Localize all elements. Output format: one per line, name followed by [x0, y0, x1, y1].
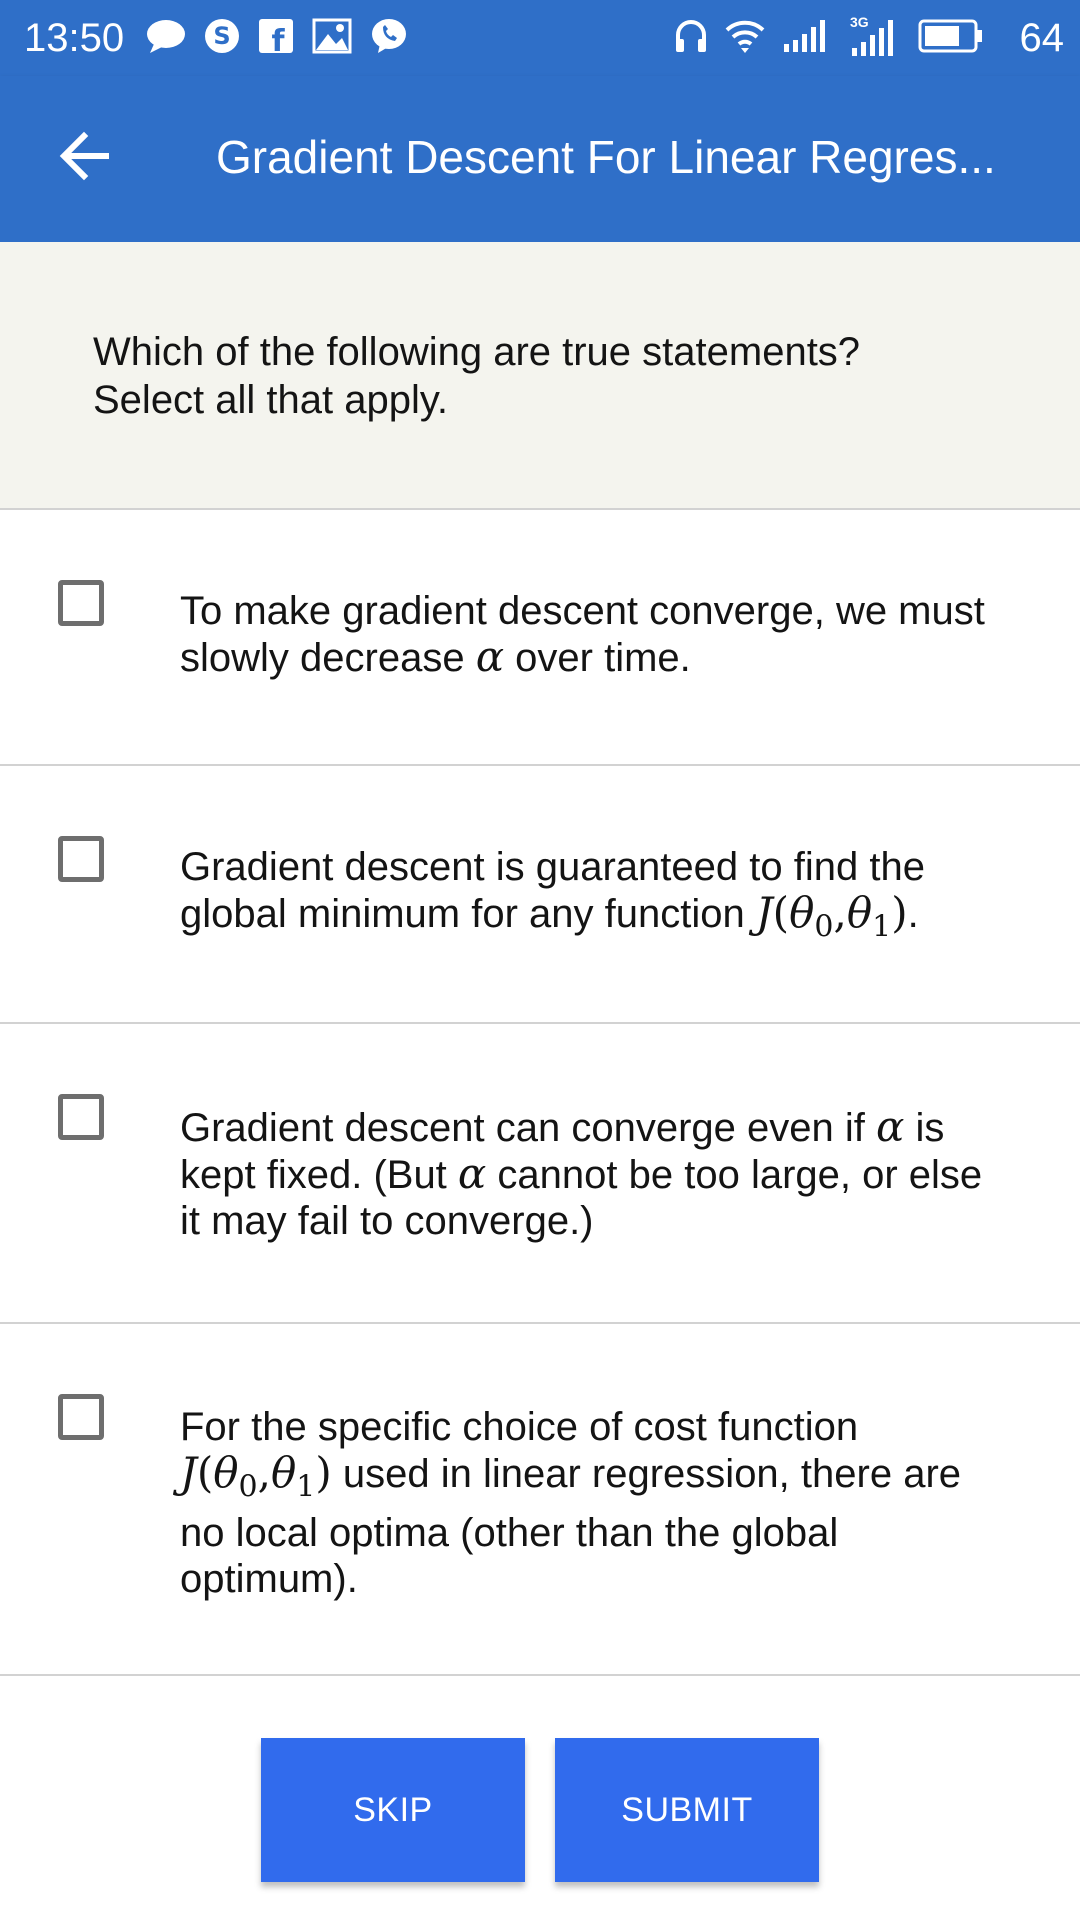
math-j: J	[180, 1448, 197, 1497]
option-3-text-segment: kept fixed. (But	[180, 1153, 458, 1197]
option-1-text-segment: slowly decrease	[180, 636, 476, 680]
option-2-text-segment: global minimum for any function	[180, 892, 756, 936]
option-1-checkbox[interactable]	[58, 580, 104, 626]
option-2-text: Gradient descent is guaranteed to find t…	[180, 844, 1030, 950]
signal-icon	[782, 18, 832, 59]
option-2-checkbox[interactable]	[58, 836, 104, 882]
math-subscript: 0	[238, 1469, 258, 1505]
option-1-line-2: slowly decrease α over time.	[180, 634, 1030, 681]
app-bar: Gradient Descent For Linear Regres...	[0, 76, 1080, 242]
math-theta: θ	[270, 1448, 297, 1497]
option-4-line-4: optimum).	[180, 1557, 358, 1602]
viber-icon	[370, 17, 408, 60]
option-4-checkbox[interactable]	[58, 1394, 104, 1440]
question-line-1: Which of the following are true statemen…	[93, 330, 861, 374]
math-subscript: 0	[814, 909, 834, 945]
answer-option-4[interactable]: For the specific choice of cost function…	[0, 1324, 1080, 1676]
math-comma: ,	[833, 888, 847, 937]
option-3-line-3: it may fail to converge.)	[180, 1199, 594, 1243]
option-3-line-2: kept fixed. (But α cannot be too large, …	[180, 1151, 1030, 1198]
status-time: 13:50	[24, 16, 125, 60]
option-2-line-2: global minimum for any function J(θ0,θ1)…	[180, 890, 1030, 950]
option-3-text: Gradient descent can converge even if α …	[180, 1104, 1030, 1244]
option-1-text: To make gradient descent converge, we mu…	[180, 588, 1030, 681]
headphones-icon	[674, 17, 708, 60]
answer-option-3[interactable]: Gradient descent can converge even if α …	[0, 1024, 1080, 1324]
question-line-2: Select all that apply.	[93, 378, 449, 422]
wifi-icon	[724, 18, 766, 59]
alpha-symbol: α	[475, 632, 505, 681]
cost-function-formula: J(θ0,θ1)	[755, 888, 908, 945]
question-panel: Which of the following are true statemen…	[0, 242, 1080, 510]
battery-percent: 64	[1019, 16, 1065, 60]
svg-text:S: S	[213, 22, 230, 50]
alpha-symbol: α	[875, 1102, 905, 1151]
signal-3g-icon: 3G	[848, 14, 902, 58]
option-1-text-segment: over time.	[504, 636, 691, 680]
option-3-text-segment: Gradient descent can converge even if	[180, 1106, 876, 1150]
answer-option-1[interactable]: To make gradient descent converge, we mu…	[0, 510, 1080, 766]
option-3-text-segment: is	[904, 1106, 945, 1150]
status-system-icons: 3G	[674, 14, 984, 60]
math-theta: θ	[846, 888, 873, 937]
battery-icon	[918, 19, 984, 58]
skip-button[interactable]: SKIP	[261, 1738, 525, 1882]
status-notification-icons: S f	[146, 16, 408, 60]
alpha-symbol: α	[457, 1149, 487, 1198]
math-j: J	[755, 888, 773, 937]
submit-button[interactable]: SUBMIT	[555, 1738, 819, 1882]
cost-function-formula: J(θ0,θ1)	[180, 1448, 332, 1505]
facebook-icon: f	[258, 18, 294, 59]
math-comma: ,	[257, 1448, 271, 1497]
svg-text:f: f	[271, 24, 285, 54]
arrow-left-icon	[56, 128, 112, 189]
question-text: Which of the following are true statemen…	[93, 328, 973, 424]
message-icon	[146, 18, 186, 59]
math-theta: θ	[789, 888, 815, 937]
math-paren: )	[891, 888, 908, 937]
math-paren: )	[315, 1448, 332, 1497]
option-3-text-segment: cannot be too large, or else	[486, 1153, 983, 1197]
math-theta: θ	[213, 1448, 239, 1497]
math-paren: (	[196, 1448, 214, 1497]
option-4-line-3: no local optima (other than the global	[180, 1511, 839, 1556]
option-3-checkbox[interactable]	[58, 1094, 104, 1140]
math-paren: (	[772, 888, 790, 937]
skype-icon: S	[204, 18, 240, 59]
option-3-line-1: Gradient descent can converge even if α …	[180, 1104, 1030, 1151]
option-2-line-1: Gradient descent is guaranteed to find t…	[180, 845, 925, 889]
math-subscript: 1	[296, 1469, 316, 1505]
option-1-line-1: To make gradient descent converge, we mu…	[180, 589, 985, 633]
option-4-line-1: For the specific choice of cost function	[180, 1405, 859, 1449]
page-title: Gradient Descent For Linear Regres...	[216, 131, 996, 183]
math-subscript: 1	[872, 909, 892, 945]
option-4-text-segment: used in linear regression, there are	[331, 1452, 962, 1496]
option-4-text: For the specific choice of cost function…	[180, 1404, 1030, 1602]
back-button[interactable]	[44, 118, 124, 198]
gallery-icon	[312, 18, 352, 59]
option-2-text-segment: .	[907, 892, 919, 936]
answer-option-2[interactable]: Gradient descent is guaranteed to find t…	[0, 766, 1080, 1024]
option-4-line-2: J(θ0,θ1) used in linear regression, ther…	[180, 1450, 1030, 1510]
status-bar: 13:50 S f 3G 64	[0, 0, 1080, 76]
